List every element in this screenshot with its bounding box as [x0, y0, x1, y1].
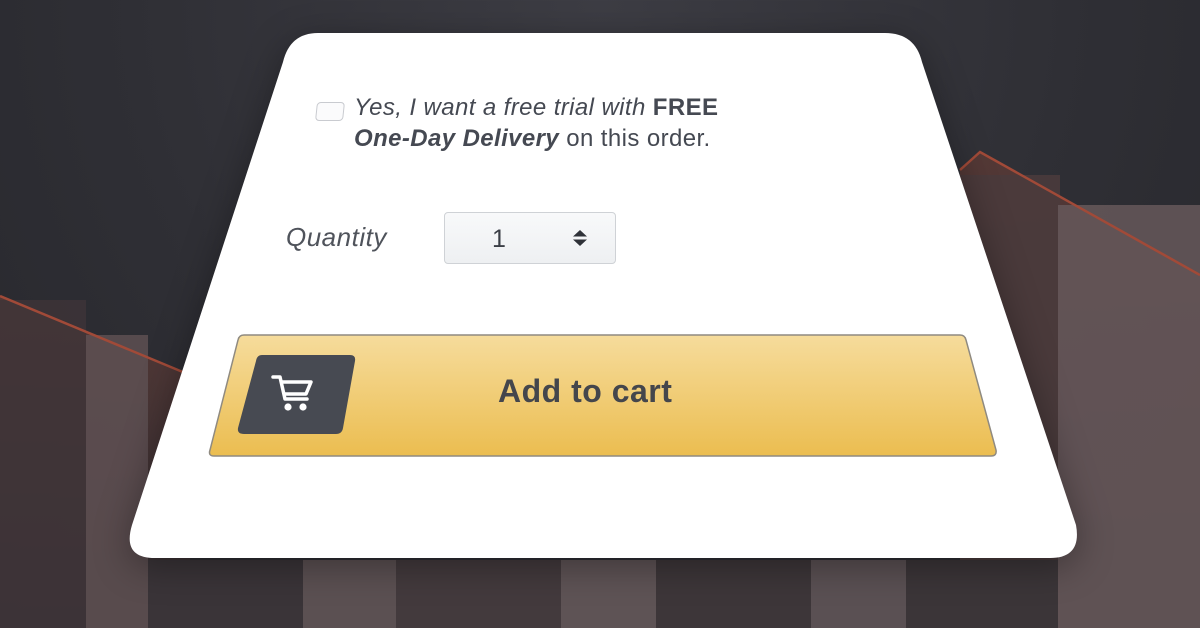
quantity-label: Quantity: [286, 222, 387, 252]
free-trial-offer-text: Yes, I want a free trial with FREE One-D…: [354, 92, 874, 154]
offer-free-label: FREE: [652, 94, 719, 121]
quantity-select[interactable]: [444, 212, 616, 264]
offer-delivery-label: One-Day Delivery: [354, 125, 560, 152]
offer-line2-suffix: on this order.: [559, 125, 711, 152]
updown-arrows-icon: [573, 230, 587, 246]
quantity-value: 1: [492, 225, 506, 253]
offer-line1-prefix: Yes, I want a free trial with: [354, 94, 653, 121]
free-trial-checkbox[interactable]: [315, 102, 345, 121]
add-to-cart-button[interactable]: [210, 335, 996, 456]
